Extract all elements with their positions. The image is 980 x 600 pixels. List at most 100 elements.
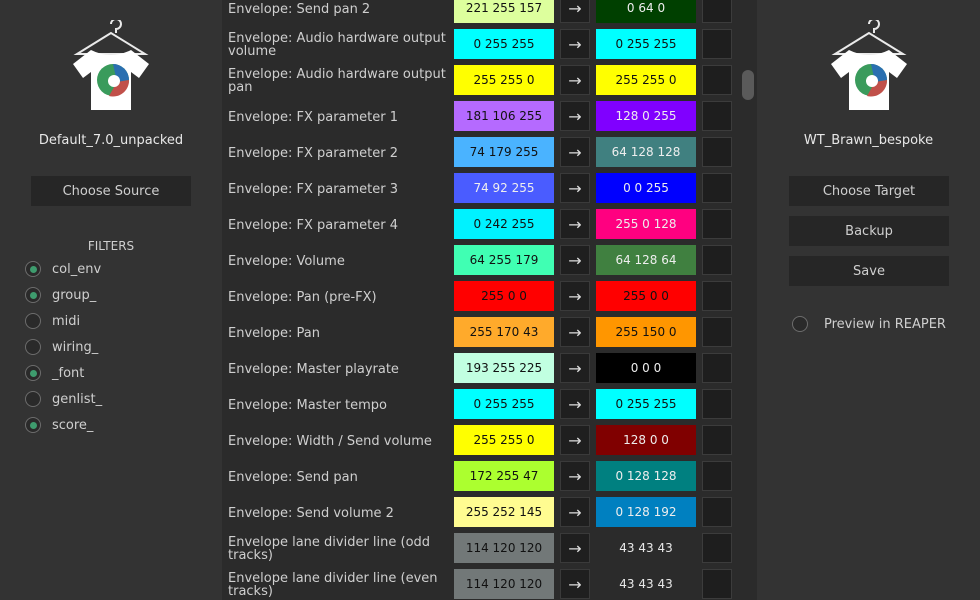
source-color-swatch[interactable]: 255 252 145 (454, 497, 554, 527)
row-checkbox[interactable] (702, 173, 732, 203)
copy-arrow-icon[interactable]: → (560, 173, 590, 203)
target-color-swatch[interactable]: 255 0 128 (596, 209, 696, 239)
filter-radio[interactable] (25, 417, 41, 433)
source-color-swatch[interactable]: 221 255 157 (454, 0, 554, 23)
source-color-swatch[interactable]: 255 0 0 (454, 281, 554, 311)
copy-arrow-icon[interactable]: → (560, 0, 590, 23)
list-item: Envelope: Audio hardware output volume 0 … (222, 29, 757, 65)
source-color-swatch[interactable]: 114 120 120 (454, 569, 554, 599)
row-checkbox[interactable] (702, 281, 732, 311)
source-color-swatch[interactable]: 255 255 0 (454, 425, 554, 455)
row-checkbox[interactable] (702, 461, 732, 491)
source-color-swatch[interactable]: 0 242 255 (454, 209, 554, 239)
copy-arrow-icon[interactable]: → (560, 569, 590, 599)
target-color-swatch[interactable]: 0 128 128 (596, 461, 696, 491)
copy-arrow-icon[interactable]: → (560, 137, 590, 167)
filter-item[interactable]: col_env (25, 259, 101, 279)
target-color-swatch[interactable]: 43 43 43 (596, 569, 696, 599)
row-checkbox[interactable] (702, 101, 732, 131)
row-checkbox[interactable] (702, 425, 732, 455)
target-color-swatch[interactable]: 128 0 0 (596, 425, 696, 455)
source-color-swatch[interactable]: 255 170 43 (454, 317, 554, 347)
filter-label: group_ (52, 287, 97, 303)
save-button[interactable]: Save (789, 256, 949, 286)
filter-item[interactable]: _font (25, 363, 84, 383)
list-scrollbar-thumb[interactable] (742, 70, 754, 100)
source-theme-name: Default_7.0_unpacked (38, 133, 184, 148)
source-color-swatch[interactable]: 255 255 0 (454, 65, 554, 95)
row-checkbox[interactable] (702, 245, 732, 275)
target-color-swatch[interactable]: 43 43 43 (596, 533, 696, 563)
target-color-swatch[interactable]: 64 128 64 (596, 245, 696, 275)
filter-radio[interactable] (25, 287, 41, 303)
copy-arrow-icon[interactable]: → (560, 281, 590, 311)
row-checkbox[interactable] (702, 569, 732, 599)
source-color-swatch[interactable]: 74 92 255 (454, 173, 554, 203)
copy-arrow-icon[interactable]: → (560, 389, 590, 419)
target-color-swatch[interactable]: 64 128 128 (596, 137, 696, 167)
color-mapping-list: Envelope: Send pan 2 221 255 157 → 0 64 0 En… (222, 0, 757, 600)
copy-arrow-icon[interactable]: → (560, 497, 590, 527)
target-color-swatch[interactable]: 255 0 0 (596, 281, 696, 311)
copy-arrow-icon[interactable]: → (560, 425, 590, 455)
source-color-swatch[interactable]: 64 255 179 (454, 245, 554, 275)
row-checkbox[interactable] (702, 497, 732, 527)
filter-item[interactable]: midi (25, 311, 80, 331)
filter-radio[interactable] (25, 391, 41, 407)
filter-item[interactable]: genlist_ (25, 389, 102, 409)
row-checkbox[interactable] (702, 0, 732, 23)
preview-in-reaper-toggle[interactable]: Preview in REAPER (792, 316, 946, 332)
copy-arrow-icon[interactable]: → (560, 533, 590, 563)
list-item: Envelope: Pan 255 170 43 → 255 150 0 (222, 317, 757, 353)
copy-arrow-icon[interactable]: → (560, 29, 590, 59)
target-color-swatch[interactable]: 0 0 0 (596, 353, 696, 383)
target-color-swatch[interactable]: 255 150 0 (596, 317, 696, 347)
filter-item[interactable]: wiring_ (25, 337, 98, 357)
copy-arrow-icon[interactable]: → (560, 245, 590, 275)
source-color-swatch[interactable]: 0 255 255 (454, 389, 554, 419)
filter-radio[interactable] (25, 261, 41, 277)
copy-arrow-icon[interactable]: → (560, 101, 590, 131)
list-item: Envelope: Width / Send volume 255 255 0 → 1… (222, 425, 757, 461)
row-checkbox[interactable] (702, 137, 732, 167)
target-color-swatch[interactable]: 0 255 255 (596, 29, 696, 59)
choose-source-button[interactable]: Choose Source (31, 176, 191, 206)
copy-arrow-icon[interactable]: → (560, 353, 590, 383)
target-color-swatch[interactable]: 0 64 0 (596, 0, 696, 23)
choose-target-button[interactable]: Choose Target (789, 176, 949, 206)
copy-arrow-icon[interactable]: → (560, 65, 590, 95)
filter-radio[interactable] (25, 339, 41, 355)
source-color-swatch[interactable]: 114 120 120 (454, 533, 554, 563)
row-checkbox[interactable] (702, 29, 732, 59)
source-panel: Default_7.0_unpacked Choose Source FILTE… (0, 0, 222, 600)
row-checkbox[interactable] (702, 317, 732, 347)
copy-arrow-icon[interactable]: → (560, 209, 590, 239)
filter-label: _font (52, 365, 85, 381)
copy-arrow-icon[interactable]: → (560, 317, 590, 347)
target-color-swatch[interactable]: 0 128 192 (596, 497, 696, 527)
filter-item[interactable]: group_ (25, 285, 96, 305)
source-color-swatch[interactable]: 193 255 225 (454, 353, 554, 383)
row-checkbox[interactable] (702, 353, 732, 383)
filter-radio[interactable] (25, 365, 41, 381)
target-color-swatch[interactable]: 0 0 255 (596, 173, 696, 203)
source-color-swatch[interactable]: 181 106 255 (454, 101, 554, 131)
target-color-swatch[interactable]: 255 255 0 (596, 65, 696, 95)
list-item: Envelope: Volume 64 255 179 → 64 128 64 (222, 245, 757, 281)
color-item-name: Envelope: Send pan (228, 469, 358, 485)
target-color-swatch[interactable]: 128 0 255 (596, 101, 696, 131)
preview-radio[interactable] (792, 316, 808, 332)
row-checkbox[interactable] (702, 533, 732, 563)
filter-radio[interactable] (25, 313, 41, 329)
source-color-swatch[interactable]: 0 255 255 (454, 29, 554, 59)
copy-arrow-icon[interactable]: → (560, 461, 590, 491)
source-color-swatch[interactable]: 172 255 47 (454, 461, 554, 491)
filter-item[interactable]: score_ (25, 415, 93, 435)
row-checkbox[interactable] (702, 65, 732, 95)
source-color-swatch[interactable]: 74 179 255 (454, 137, 554, 167)
row-checkbox[interactable] (702, 209, 732, 239)
target-color-swatch[interactable]: 0 255 255 (596, 389, 696, 419)
backup-button[interactable]: Backup (789, 216, 949, 246)
row-checkbox[interactable] (702, 389, 732, 419)
filter-radio-dot (29, 421, 37, 429)
